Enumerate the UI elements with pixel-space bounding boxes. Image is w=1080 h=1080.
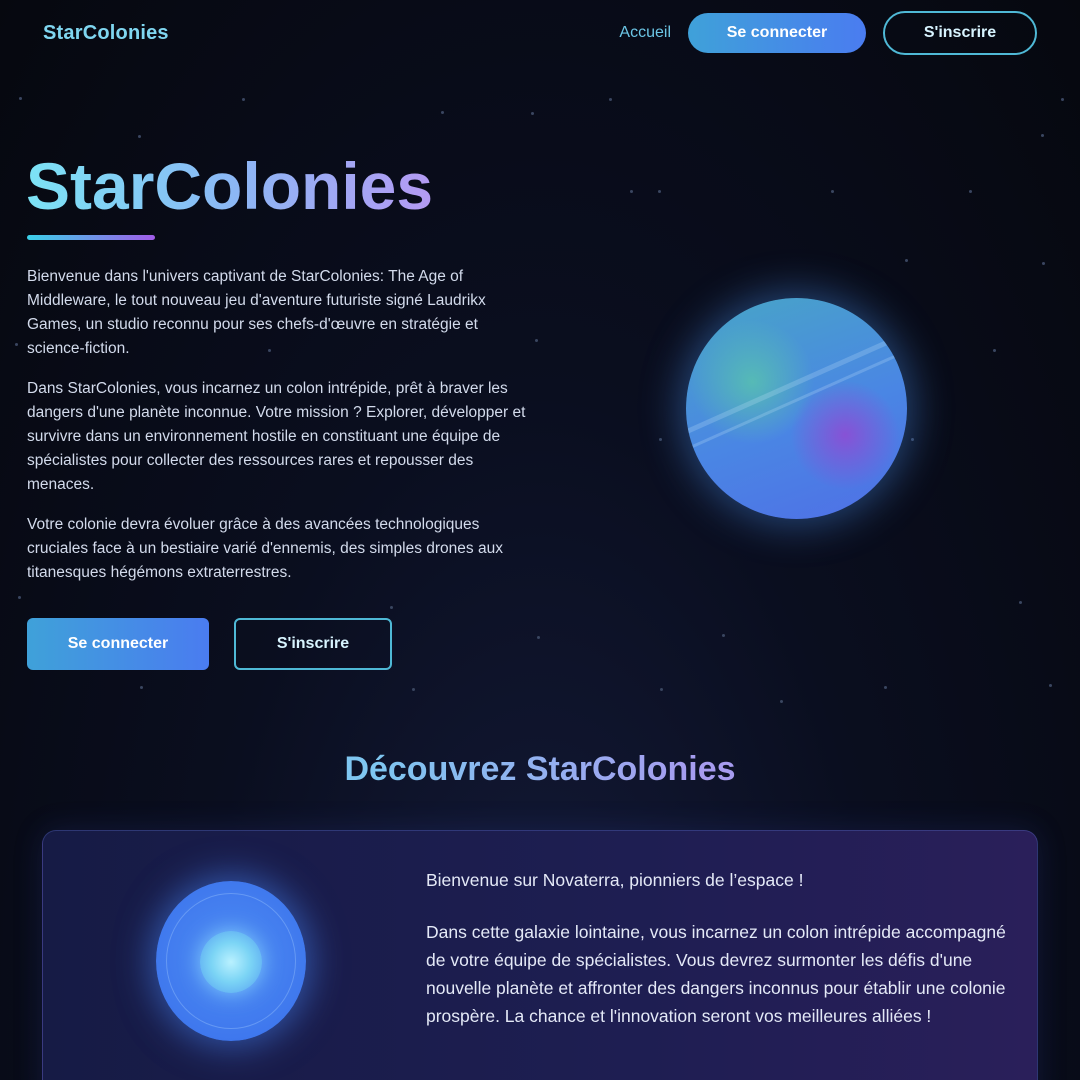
star-dot [19,97,22,100]
star-dot [630,190,633,193]
nav-actions: Accueil Se connecter S'inscrire [619,11,1037,55]
card-paragraph: Bienvenue sur Novaterra, pionniers de l’… [426,870,804,890]
top-navigation: StarColonies Accueil Se connecter S'insc… [0,0,1080,66]
star-dot [1041,134,1044,137]
star-dot [884,686,887,689]
hero-paragraph: Bienvenue dans l'univers captivant de St… [27,268,486,357]
star-dot [390,606,393,609]
nav-signup-button[interactable]: S'inscrire [883,11,1037,55]
star-dot [441,111,444,114]
star-dot [993,349,996,352]
star-dot [969,190,972,193]
orb-core [200,931,262,993]
hero-actions: Se connecter S'inscrire [27,618,392,670]
hero-login-button[interactable]: Se connecter [27,618,209,670]
hero-signup-button[interactable]: S'inscrire [234,618,392,670]
star-dot [1049,684,1052,687]
hero-paragraph: Dans StarColonies, vous incarnez un colo… [27,380,526,493]
star-dot [659,438,662,441]
star-dot [1061,98,1064,101]
star-dot [531,112,534,115]
star-dot [18,596,21,599]
star-dot [138,135,141,138]
star-dot [15,343,18,346]
planet-ring-band [686,315,907,442]
feature-card: Bienvenue sur Novaterra, pionniers de l’… [42,830,1038,1080]
brand-logo[interactable]: StarColonies [43,22,169,45]
star-dot [722,634,725,637]
star-dot [831,190,834,193]
section-title: Découvrez StarColonies [0,750,1080,789]
card-description: Bienvenue sur Novaterra, pionniers de l’… [426,866,1016,1054]
hero-description: Bienvenue dans l'univers captivant de St… [27,265,537,601]
star-dot [911,438,914,441]
star-dot [537,636,540,639]
star-dot [1042,262,1045,265]
star-dot [140,686,143,689]
orb-illustration [156,881,306,1041]
hero-title: StarColonies [26,146,433,226]
planet-illustration [686,298,907,519]
hero-title-underline [27,235,155,240]
card-paragraph: Dans cette galaxie lointaine, vous incar… [426,922,1006,1026]
star-dot [1019,601,1022,604]
star-dot [242,98,245,101]
hero-paragraph: Votre colonie devra évoluer grâce à des … [27,516,503,581]
page: StarColonies Accueil Se connecter S'insc… [0,0,1080,1080]
star-dot [412,688,415,691]
star-dot [780,700,783,703]
star-dot [660,688,663,691]
star-dot [905,259,908,262]
nav-link-home[interactable]: Accueil [619,24,671,42]
star-dot [658,190,661,193]
star-dot [609,98,612,101]
nav-login-button[interactable]: Se connecter [688,13,866,53]
